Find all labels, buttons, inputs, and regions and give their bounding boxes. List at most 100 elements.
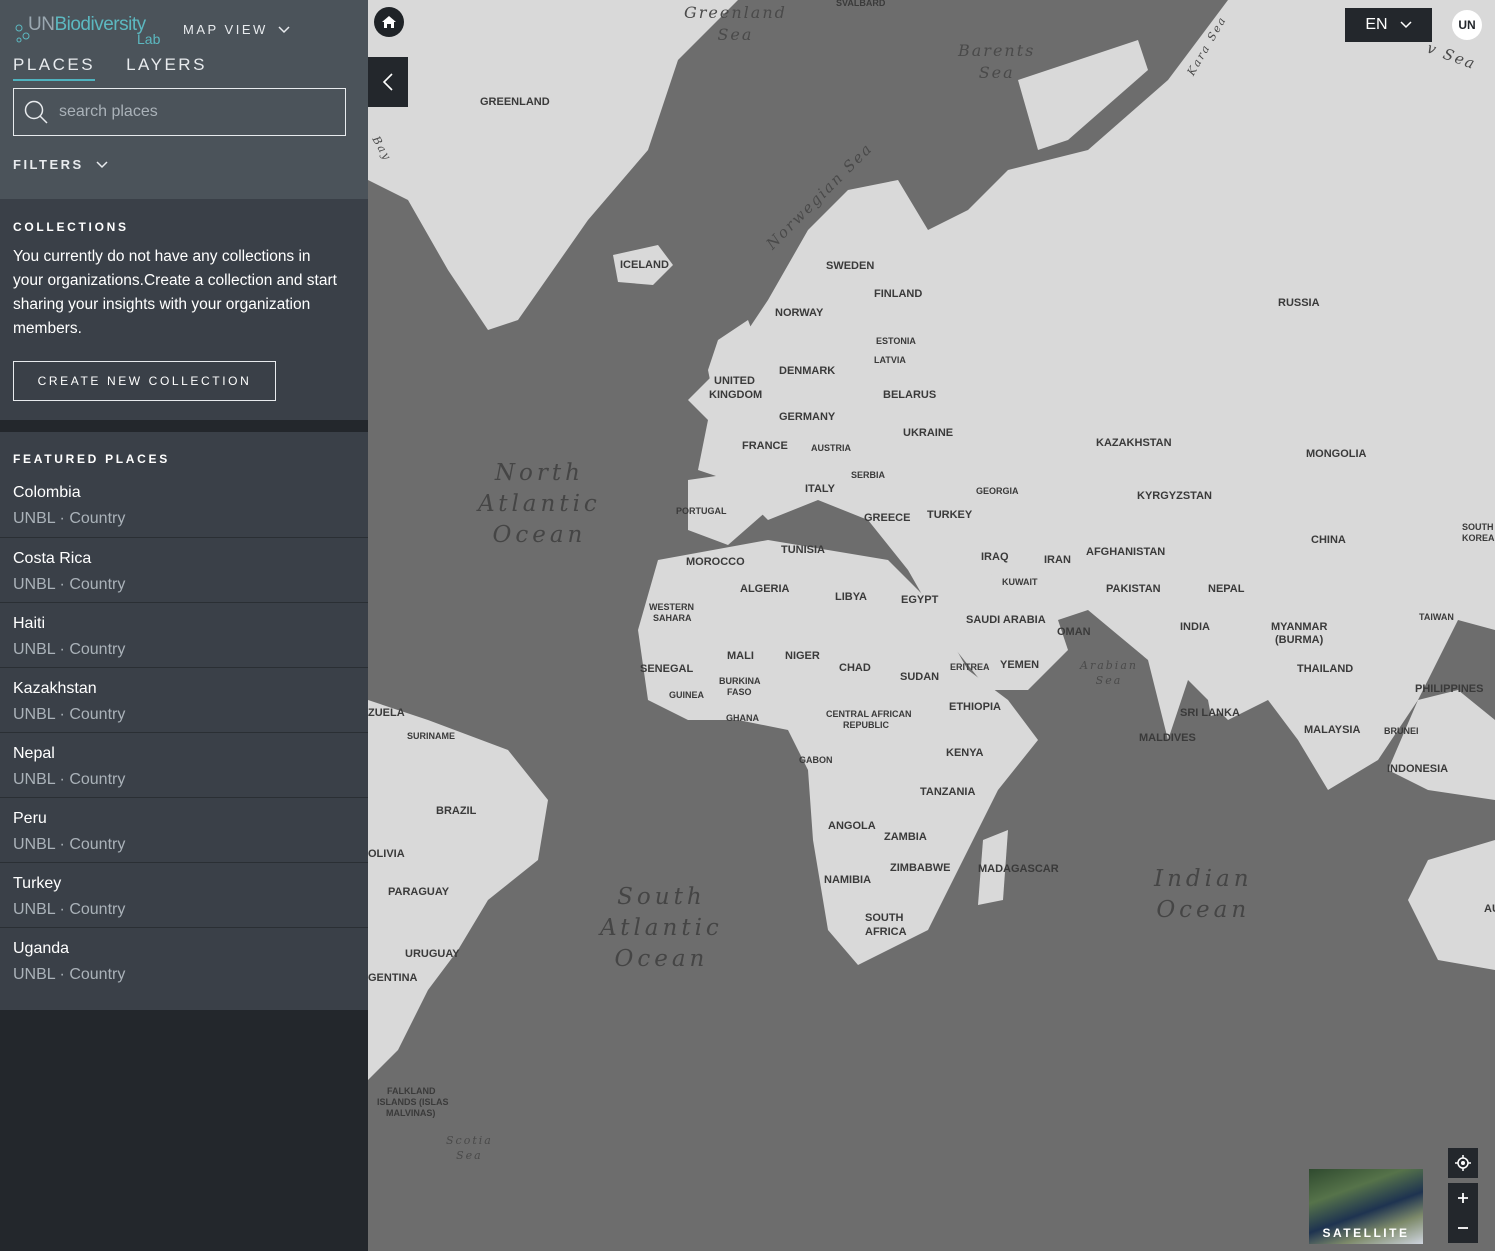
place-name: Uganda <box>13 940 70 957</box>
chevron-down-icon <box>1400 21 1412 29</box>
crosshair-icon <box>1455 1155 1471 1171</box>
zoom-out-button[interactable] <box>1448 1213 1478 1243</box>
tab-layers[interactable]: LAYERS <box>126 55 207 81</box>
country-label: SAUDI ARABIA <box>966 614 1046 626</box>
featured-place-item[interactable]: Turkey UNBL · Country <box>0 862 368 927</box>
country-label: AUSTRIA <box>811 443 851 453</box>
country-label: SURINAME <box>407 731 456 741</box>
chevron-left-icon <box>382 73 393 91</box>
country-label: AU <box>1484 903 1495 915</box>
sidebar: UNBiodiversity Lab MAP VIEW PLACES LAYER… <box>0 0 368 1251</box>
country-label: MALDIVES <box>1139 732 1196 744</box>
country-label: BURKINA <box>719 676 761 686</box>
country-label: UNITED <box>714 375 755 387</box>
featured-place-item[interactable]: Nepal UNBL · Country <box>0 732 368 797</box>
country-label: CHAD <box>839 662 871 674</box>
country-label: MALAYSIA <box>1304 724 1361 736</box>
collections-section: COLLECTIONS You currently do not have an… <box>0 199 368 420</box>
country-label: ICELAND <box>620 259 669 271</box>
satellite-label: SATELLITE <box>1322 1226 1410 1240</box>
zoom-in-button[interactable] <box>1448 1183 1478 1213</box>
country-label: GENTINA <box>368 972 418 984</box>
country-label: GUINEA <box>669 690 705 700</box>
country-label: ISLANDS (ISLAS <box>377 1097 449 1107</box>
home-button[interactable] <box>374 7 404 37</box>
country-label: GABON <box>799 755 833 765</box>
featured-place-item[interactable]: Uganda UNBL · Country <box>0 927 368 992</box>
country-label: SWEDEN <box>826 260 875 272</box>
locate-button[interactable] <box>1448 1148 1478 1178</box>
language-selector[interactable]: EN <box>1345 8 1432 42</box>
place-name: Turkey <box>13 875 62 892</box>
country-label: LIBYA <box>835 591 867 603</box>
app-logo[interactable]: UNBiodiversity Lab <box>14 10 164 48</box>
sea-label-barents: Barents Sea <box>958 41 1036 82</box>
country-label: FASO <box>727 687 752 697</box>
tab-places[interactable]: PLACES <box>13 55 96 81</box>
country-label: ETHIOPIA <box>949 701 1001 713</box>
country-label: ZAMBIA <box>884 831 927 843</box>
country-label: GREECE <box>864 512 911 524</box>
country-label: URUGUAY <box>405 948 460 960</box>
country-label: IRAN <box>1044 554 1071 566</box>
country-label: ALGERIA <box>740 583 790 595</box>
place-meta: UNBL · Country <box>13 901 126 918</box>
sea-label-arabian: Arabian Sea <box>1080 659 1138 687</box>
country-label: KOREA <box>1462 533 1495 543</box>
country-label: FRANCE <box>742 440 788 452</box>
featured-place-item[interactable]: Kazakhstan UNBL · Country <box>0 667 368 732</box>
filters-toggle[interactable]: FILTERS <box>13 157 108 172</box>
country-label: ZIMBABWE <box>890 862 951 874</box>
map-view-dropdown[interactable]: MAP VIEW <box>183 22 290 37</box>
country-label: KUWAIT <box>1002 577 1038 587</box>
map-canvas[interactable]: North Atlantic Ocean South Atlantic Ocean In… <box>368 0 1495 1251</box>
country-label: SOUTH <box>1462 522 1494 532</box>
country-label: BELARUS <box>883 389 937 401</box>
country-label: YEMEN <box>1000 659 1040 671</box>
section-divider <box>0 420 368 432</box>
country-label: CENTRAL AFRICAN <box>826 709 912 719</box>
home-icon <box>382 16 396 28</box>
country-label: BRAZIL <box>436 805 477 817</box>
minus-icon <box>1458 1227 1468 1229</box>
place-name: Haiti <box>13 615 46 632</box>
country-label: CHINA <box>1311 534 1346 546</box>
country-label: INDIA <box>1180 621 1210 633</box>
featured-places-section: FEATURED PLACES Colombia UNBL · Country … <box>0 432 368 1010</box>
user-avatar[interactable]: UN <box>1452 10 1482 40</box>
create-collection-button[interactable]: CREATE NEW COLLECTION <box>13 361 276 401</box>
country-label: KENYA <box>946 747 984 759</box>
country-label: (BURMA) <box>1275 634 1324 646</box>
country-label: NAMIBIA <box>824 874 872 886</box>
collapse-sidebar-button[interactable] <box>368 57 408 107</box>
country-label: PHILIPPINES <box>1415 683 1484 695</box>
country-label: LATVIA <box>874 355 906 365</box>
country-label: ANGOLA <box>828 820 876 832</box>
place-meta: UNBL · Country <box>13 771 126 788</box>
country-label: GEORGIA <box>976 486 1019 496</box>
country-label: SOUTH <box>865 912 904 924</box>
featured-place-item[interactable]: Colombia UNBL · Country <box>0 472 368 536</box>
country-label: PAKISTAN <box>1106 583 1161 595</box>
satellite-basemap-toggle[interactable]: SATELLITE <box>1309 1169 1423 1244</box>
search-input[interactable] <box>57 102 341 122</box>
search-box <box>13 88 346 136</box>
country-label: TAIWAN <box>1419 612 1454 622</box>
country-label: RUSSIA <box>1278 297 1320 309</box>
map-view-label: MAP VIEW <box>183 22 268 37</box>
featured-place-item[interactable]: Haiti UNBL · Country <box>0 602 368 667</box>
featured-place-item[interactable]: Costa Rica UNBL · Country <box>0 537 368 602</box>
collections-empty-message: You currently do not have any collection… <box>13 248 337 337</box>
sea-label-scotia: Scotia Sea <box>446 1134 493 1162</box>
place-name: Nepal <box>13 745 55 762</box>
place-name: Colombia <box>13 484 81 501</box>
featured-place-item[interactable]: Peru UNBL · Country <box>0 797 368 862</box>
country-label: ZUELA <box>368 707 405 719</box>
country-label: AFRICA <box>865 926 907 938</box>
country-label: TURKEY <box>927 509 973 521</box>
country-label: ERITREA <box>950 662 990 672</box>
country-label: SENEGAL <box>640 663 694 675</box>
country-label: TUNISIA <box>781 544 825 556</box>
country-label: REPUBLIC <box>843 720 890 730</box>
country-label: WESTERN <box>649 602 694 612</box>
